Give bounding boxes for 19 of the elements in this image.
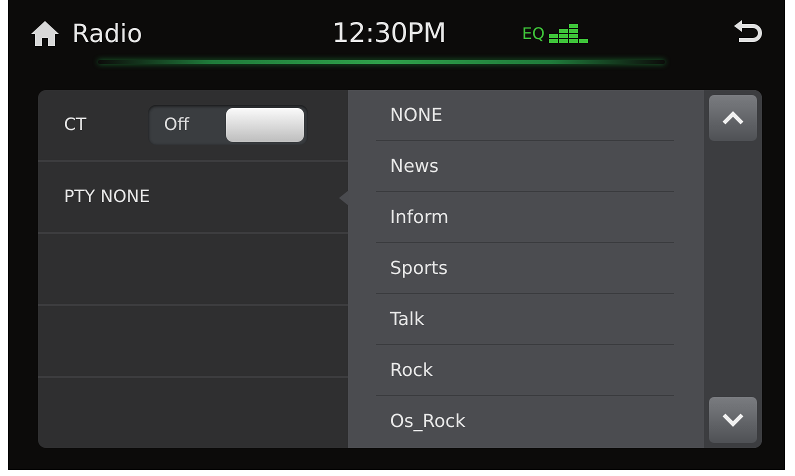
scroll-down-button[interactable] (709, 397, 757, 443)
equalizer-icon[interactable] (548, 22, 589, 44)
clock-time: 12:30PM (332, 18, 447, 48)
toggle-switch[interactable]: Off (148, 105, 308, 145)
chevron-down-icon (722, 413, 744, 427)
list-item[interactable]: News (376, 141, 674, 192)
home-icon[interactable] (30, 19, 60, 47)
list-item[interactable]: Talk (376, 294, 674, 345)
screen-title: Radio (72, 18, 144, 48)
chevron-up-icon (722, 111, 744, 125)
list-item[interactable]: Sports (376, 243, 674, 294)
setting-label: PTY NONE (64, 187, 150, 207)
scroll-up-button[interactable] (709, 95, 757, 141)
list-item[interactable]: NONE (376, 90, 674, 141)
setting-label: CT (64, 115, 88, 135)
eq-label[interactable]: EQ (522, 24, 545, 42)
list-item[interactable]: Rock (376, 345, 674, 396)
list-item[interactable]: Os_Rock (376, 396, 674, 446)
list-item[interactable]: Inform (376, 192, 674, 243)
